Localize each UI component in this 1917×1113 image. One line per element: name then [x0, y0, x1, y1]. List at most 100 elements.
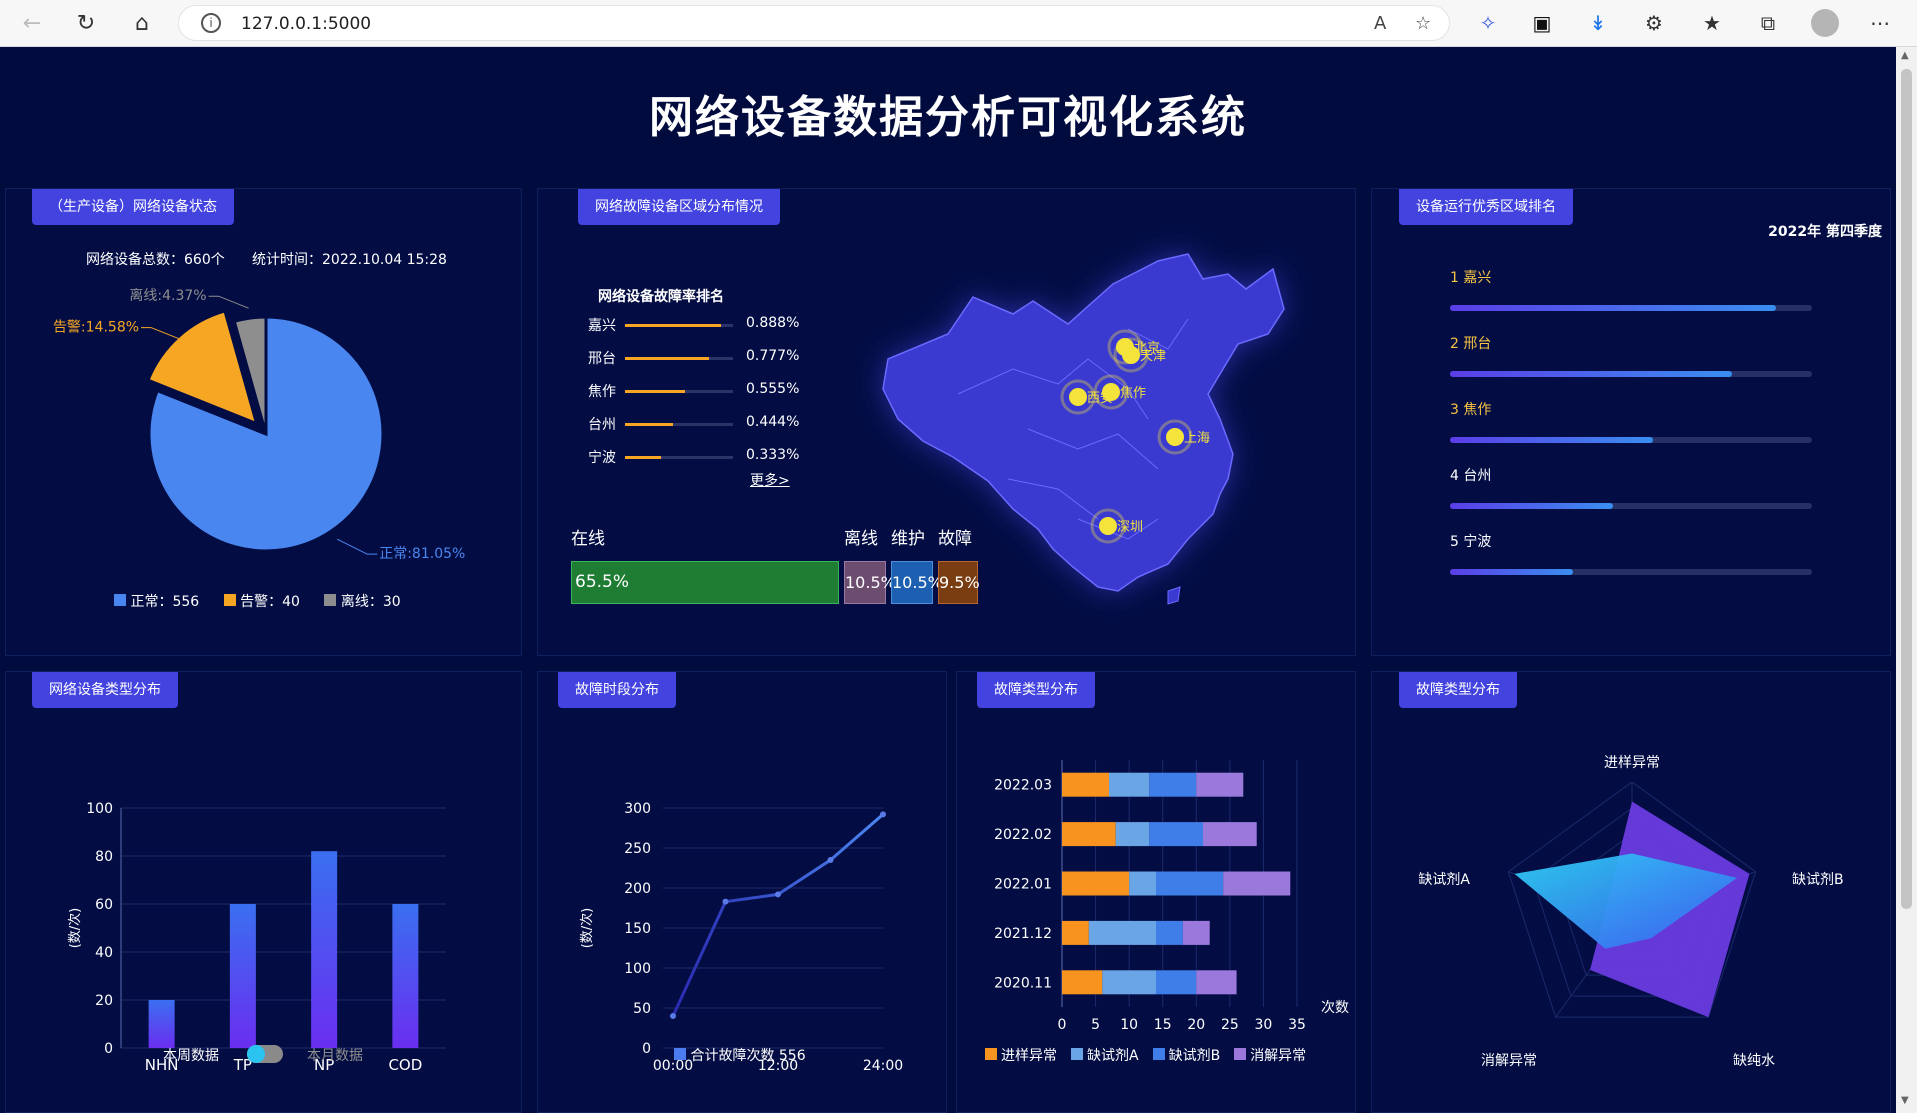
download-extension-icon[interactable]: ↡ — [1584, 9, 1612, 37]
pie-label-line — [208, 295, 249, 309]
stacked-bar-segment — [1062, 772, 1109, 797]
city-marker — [1102, 383, 1120, 401]
toggle-knob — [247, 1045, 265, 1063]
rank-city: 邢台 — [588, 351, 616, 367]
scrollbar-thumb[interactable] — [1901, 69, 1912, 909]
status-pie-chart: 正常:81.05% 告警:14.58% 离线:4.37% — [53, 287, 465, 562]
week-month-toggle[interactable] — [247, 1045, 283, 1063]
x-tick: COD — [388, 1056, 422, 1074]
y-axis-label: (数/次) — [579, 908, 595, 949]
legend-swatch — [1234, 1048, 1247, 1060]
city-label: 深圳 — [1117, 520, 1143, 535]
stacked-bar-segment — [1156, 970, 1197, 995]
read-aloud-icon[interactable]: A — [1374, 13, 1386, 34]
address-bar[interactable]: i 127.0.0.1:5000 A ☆ — [178, 5, 1450, 41]
data-point — [827, 857, 834, 863]
y-tick: 250 — [624, 841, 651, 857]
scrollbar[interactable]: ▲ ▼ — [1896, 47, 1917, 1113]
device-status-panel: （生产设备）网络设备状态 网络设备总数：660个 统计时间：2022.10.04… — [5, 188, 522, 656]
fault-type-radar-panel: 故障类型分布 进样异常 缺试剂B 缺纯水 消解异常 缺试剂A — [1371, 671, 1891, 1113]
city-label: 天津 — [1140, 349, 1166, 364]
rank-item-label: 3 焦作 — [1450, 402, 1492, 418]
line-legend: 合计故障次数 556 — [674, 1045, 806, 1065]
city-marker — [1069, 388, 1087, 406]
data-point — [775, 891, 781, 898]
legend-swatch — [985, 1048, 997, 1060]
rank-item-label: 5 宁波 — [1450, 534, 1492, 550]
stacked-bar-segment — [1115, 822, 1150, 847]
status-label-online: 在线 — [571, 529, 605, 549]
browser-toolbar: ← ↻ ⌂ i 127.0.0.1:5000 A ☆ ✧ ▣ ↡ ⚙ ★ ⧉ ⋯ — [0, 0, 1917, 47]
quarter-label: 2022年 第四季度 — [1768, 224, 1882, 240]
legend-swatch — [674, 1048, 686, 1060]
radar-indicator: 消解异常 — [1481, 1053, 1537, 1069]
more-menu-icon[interactable]: ⋯ — [1866, 9, 1894, 37]
stacked-bar-segment — [1223, 871, 1291, 896]
x-tick: 15 — [1154, 1017, 1172, 1033]
fault-time-panel: 故障时段分布 0 50 100 150 200 250 300 (数/次) 00:00 12:00… — [537, 671, 947, 1113]
back-icon[interactable]: ← — [16, 8, 48, 40]
rank-value: 0.555% — [746, 381, 800, 397]
x-tick: 5 — [1091, 1017, 1100, 1033]
stacked-bar-segment — [1149, 822, 1203, 847]
online-bar: 65.5% — [571, 561, 839, 604]
avatar[interactable] — [1811, 9, 1839, 37]
fault-region-panel: 网络故障设备区域分布情况 网络设备故障率排名 嘉兴 0.888% 邢台 0.777% 焦… — [537, 188, 1356, 656]
stacked-bar-segment — [1088, 920, 1156, 945]
rank-item-label: 1 嘉兴 — [1450, 270, 1492, 286]
extensions-icon[interactable]: ⚙ — [1640, 9, 1668, 37]
x-tick: 25 — [1221, 1017, 1239, 1033]
stacked-bar-segment — [1182, 920, 1210, 945]
city-marker — [1099, 517, 1117, 535]
extension-game-icon[interactable]: ▣ — [1528, 9, 1556, 37]
reload-icon[interactable]: ↻ — [70, 8, 102, 40]
y-tick: 2021.12 — [994, 926, 1052, 942]
y-tick: 0 — [104, 1041, 113, 1057]
pie-label: 离线:4.37% — [129, 287, 206, 304]
home-icon[interactable]: ⌂ — [126, 8, 158, 40]
y-tick: 60 — [95, 897, 113, 913]
y-tick: 20 — [95, 993, 113, 1009]
rank-value: 0.333% — [746, 447, 800, 463]
legend-swatch — [114, 594, 126, 606]
rank-fill — [625, 324, 721, 327]
favorites-icon[interactable]: ★ — [1698, 9, 1726, 37]
stacked-legend: 进样异常 缺试剂A 缺试剂B 消解异常 — [985, 1045, 1306, 1065]
rank-city: 焦作 — [588, 384, 616, 400]
stacked-bar-segment — [1196, 772, 1244, 797]
info-icon[interactable]: i — [201, 13, 221, 33]
line-legend-label: 合计故障次数 556 — [690, 1048, 806, 1064]
data-point — [670, 1013, 676, 1019]
bar — [148, 1000, 175, 1048]
y-tick: 100 — [86, 801, 113, 817]
data-point — [880, 811, 886, 818]
pie-label: 正常:81.05% — [379, 546, 465, 562]
more-link[interactable]: 更多> — [750, 470, 790, 490]
x-tick: 10 — [1120, 1017, 1138, 1033]
legend-normal: 正常：556 — [130, 594, 200, 610]
favorite-add-icon[interactable]: ☆ — [1415, 13, 1431, 34]
rank-value: 0.444% — [746, 414, 800, 430]
panel-tag: 网络故障设备区域分布情况 — [578, 189, 780, 225]
scroll-down-icon[interactable]: ▼ — [1901, 1095, 1909, 1106]
x-tick: 20 — [1187, 1017, 1205, 1033]
legend-label: 缺试剂A — [1087, 1048, 1139, 1064]
legend-offline: 离线：30 — [340, 594, 401, 610]
stacked-bar-segment — [1156, 871, 1224, 896]
rank-fill — [625, 357, 709, 360]
toggle-month-label: 本月数据 — [307, 1048, 363, 1064]
extension-icon[interactable]: ✧ — [1474, 9, 1502, 37]
dashboard: 网络设备数据分析可视化系统 （生产设备）网络设备状态 网络设备总数：660个 统… — [0, 47, 1896, 1113]
stacked-bar-segment — [1062, 822, 1116, 847]
pie-legend: 正常：556 告警：40 离线：30 — [114, 591, 401, 611]
y-tick: 80 — [95, 849, 113, 865]
collections-icon[interactable]: ⧉ — [1754, 9, 1782, 37]
stacked-bar-segment — [1062, 970, 1103, 995]
bar — [229, 904, 256, 1048]
legend-swatch — [324, 594, 337, 606]
rank-item-label: 2 邢台 — [1450, 336, 1492, 352]
city-marker — [1122, 346, 1140, 364]
fault-type-radar-chart: 进样异常缺试剂B 缺纯水 消解异常 缺试剂A — [1418, 755, 1843, 1069]
rank-item-fill — [1450, 305, 1776, 311]
scroll-up-icon[interactable]: ▲ — [1901, 50, 1909, 61]
